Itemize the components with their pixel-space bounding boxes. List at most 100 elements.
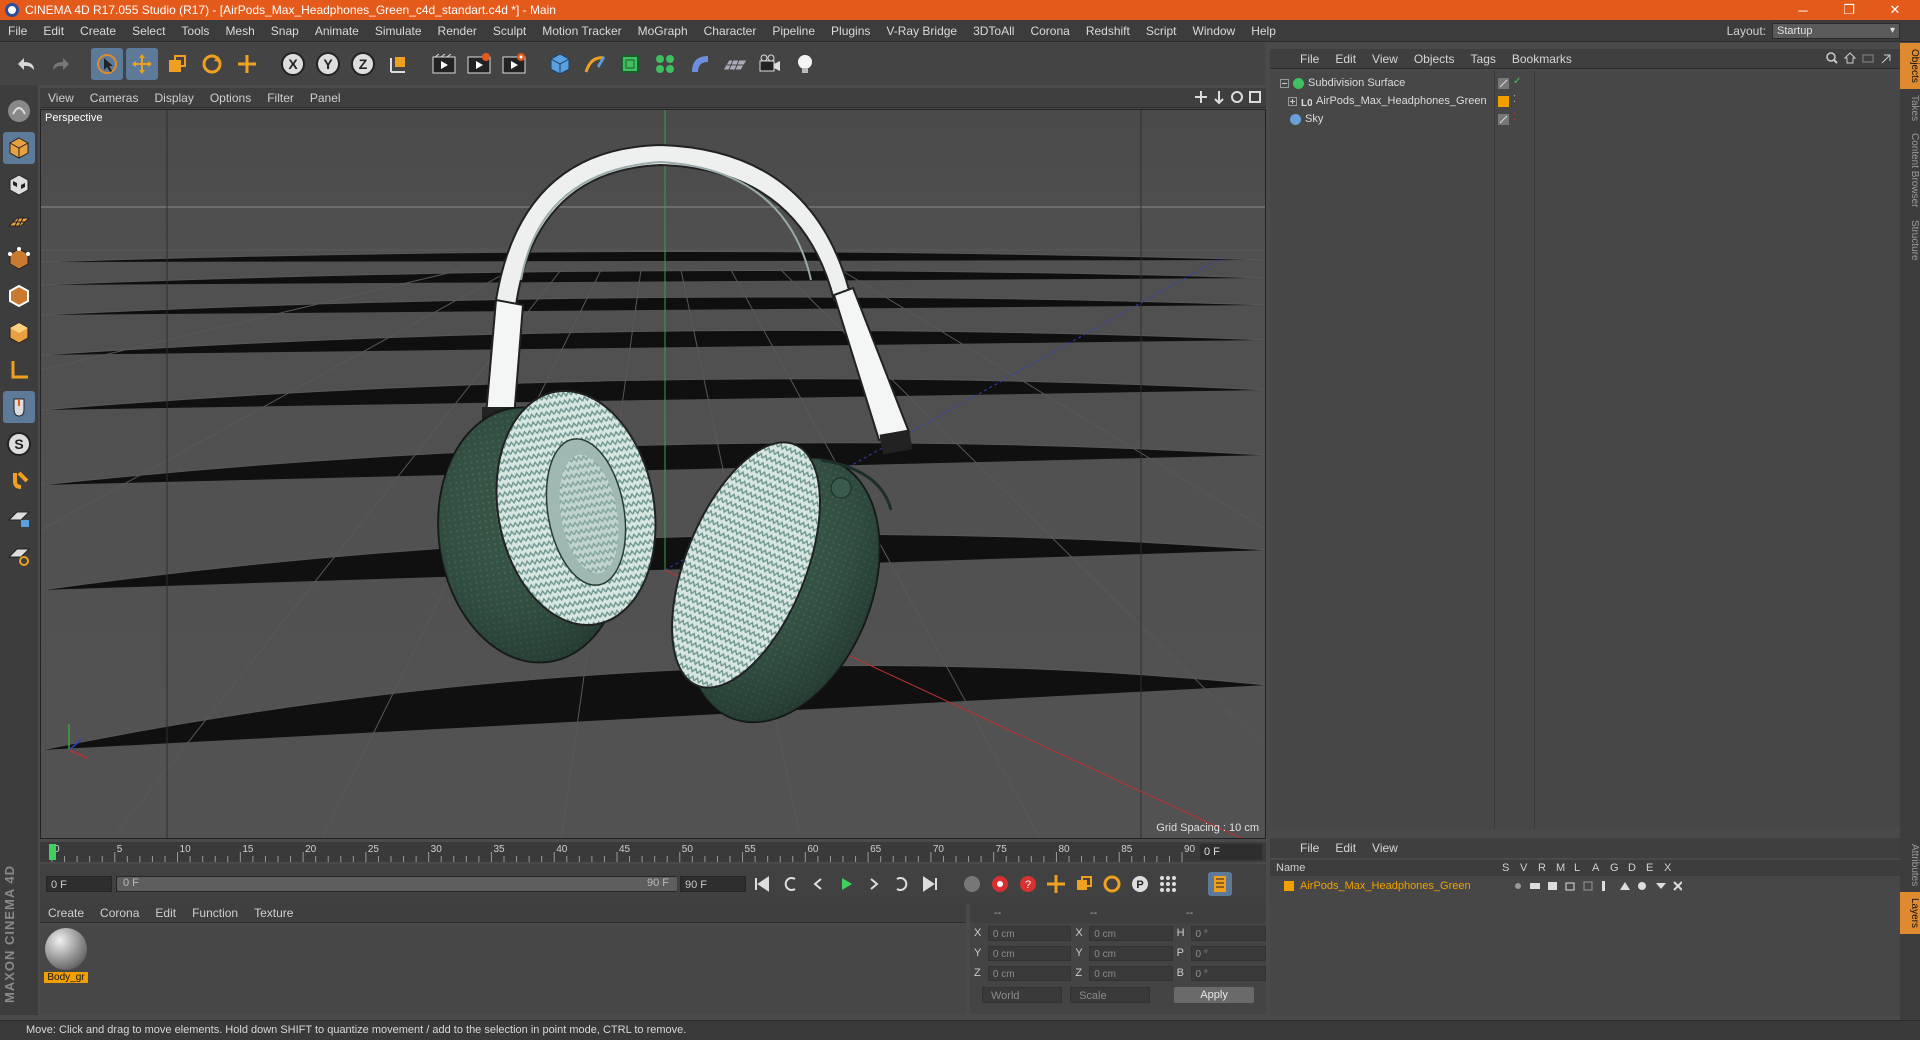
position-y-field[interactable]: 0 cm	[987, 945, 1072, 961]
menu-render[interactable]: Render	[430, 24, 485, 38]
magnet-icon[interactable]	[3, 465, 35, 497]
menu-tools[interactable]: Tools	[173, 24, 217, 38]
om-menu-file[interactable]: File	[1292, 52, 1327, 66]
timeline-end-field[interactable]: 90 F	[680, 876, 746, 892]
dolly-view-icon[interactable]	[1212, 90, 1226, 104]
menu-file[interactable]: File	[0, 24, 35, 38]
snap-icon[interactable]: S	[3, 428, 35, 460]
lm-menu-view[interactable]: View	[1364, 841, 1406, 855]
panel-menu-icon[interactable]	[1880, 52, 1892, 64]
om-menu-bookmarks[interactable]: Bookmarks	[1504, 52, 1580, 66]
orbit-view-icon[interactable]	[1230, 90, 1244, 104]
rotation-b-field[interactable]: 0 °	[1190, 965, 1266, 981]
previous-key-icon[interactable]	[778, 872, 802, 896]
menu-help[interactable]: Help	[1243, 24, 1284, 38]
menu-plugins[interactable]: Plugins	[823, 24, 878, 38]
object-row[interactable]: L0 AirPods_Max_Headphones_Green ⁚	[1270, 92, 1900, 110]
menu-animate[interactable]: Animate	[307, 24, 367, 38]
visibility-toggle[interactable]	[1498, 113, 1509, 125]
transform-tool-icon[interactable]	[231, 48, 263, 80]
rotate-tool-icon[interactable]	[196, 48, 228, 80]
subdivision-surface-icon[interactable]	[614, 48, 646, 80]
perspective-viewport[interactable]: Perspective Grid Spacing : 10 cm	[40, 109, 1266, 839]
next-key-icon[interactable]	[890, 872, 914, 896]
planar-workplane-icon[interactable]	[3, 539, 35, 571]
size-z-field[interactable]: 0 cm	[1089, 965, 1173, 981]
viewport-menu-display[interactable]: Display	[146, 91, 201, 105]
menu-script[interactable]: Script	[1138, 24, 1185, 38]
viewport-menu-filter[interactable]: Filter	[259, 91, 302, 105]
menu-motion-tracker[interactable]: Motion Tracker	[534, 24, 629, 38]
timeline-range-slider[interactable]: 0 F 90 F	[116, 876, 677, 892]
menu-3dtoall[interactable]: 3DToAll	[965, 24, 1022, 38]
model-mode-icon[interactable]	[3, 132, 35, 164]
menu-mesh[interactable]: Mesh	[217, 24, 262, 38]
menu-create[interactable]: Create	[72, 24, 124, 38]
key-rotation-icon[interactable]	[1100, 872, 1124, 896]
timeline-start-field[interactable]: 0 F	[46, 876, 112, 892]
live-selection-icon[interactable]	[91, 48, 123, 80]
key-parameter-icon[interactable]: P	[1128, 872, 1152, 896]
deformer-icon[interactable]	[684, 48, 716, 80]
current-frame-field[interactable]: 0 F	[1200, 844, 1262, 860]
viewport-menu-panel[interactable]: Panel	[302, 91, 349, 105]
om-menu-tags[interactable]: Tags	[1463, 52, 1504, 66]
tab-content-browser[interactable]: Content Browser	[1900, 127, 1920, 213]
floor-object-icon[interactable]	[719, 48, 751, 80]
menu-corona[interactable]: Corona	[1022, 24, 1077, 38]
menu-pipeline[interactable]: Pipeline	[764, 24, 823, 38]
collapse-icon[interactable]	[1280, 78, 1289, 88]
render-view-icon[interactable]	[428, 48, 460, 80]
tab-takes[interactable]: Takes	[1900, 89, 1920, 127]
coordinate-space-select[interactable]: World	[982, 987, 1063, 1003]
undo-icon[interactable]	[10, 48, 42, 80]
timeline-ruler[interactable]: 0 5 10 15 20 25 30 35 40 45 50 55 60 65 70 75 80 85 90 0 F	[40, 842, 1266, 862]
size-x-field[interactable]: 0 cm	[1089, 925, 1173, 941]
menu-mograph[interactable]: MoGraph	[630, 24, 696, 38]
viewport-menu-view[interactable]: View	[40, 91, 82, 105]
pen-spline-icon[interactable]	[579, 48, 611, 80]
layer-flags-icons[interactable]	[1512, 880, 1682, 892]
enabled-check-icon[interactable]: ✓	[1513, 76, 1521, 87]
visibility-dots-icon[interactable]: ⁚	[1513, 112, 1516, 123]
workplane-mode-icon[interactable]	[3, 206, 35, 238]
position-z-field[interactable]: 0 cm	[987, 965, 1072, 981]
play-icon[interactable]	[834, 872, 858, 896]
light-icon[interactable]	[789, 48, 821, 80]
scale-tool-icon[interactable]	[161, 48, 193, 80]
material-menu-create[interactable]: Create	[40, 906, 92, 920]
menu-edit[interactable]: Edit	[35, 24, 72, 38]
minimize-button[interactable]: ─	[1780, 0, 1826, 20]
position-x-field[interactable]: 0 cm	[987, 925, 1072, 941]
record-keys-disabled-icon[interactable]	[960, 872, 984, 896]
pan-view-icon[interactable]	[1194, 90, 1208, 104]
material-menu-edit[interactable]: Edit	[147, 906, 184, 920]
record-active-objects-icon[interactable]	[988, 872, 1012, 896]
next-frame-icon[interactable]	[862, 872, 886, 896]
coordinate-system-icon[interactable]	[382, 48, 414, 80]
timeline-window-icon[interactable]	[1208, 872, 1232, 896]
om-menu-edit[interactable]: Edit	[1327, 52, 1364, 66]
go-to-end-icon[interactable]	[918, 872, 942, 896]
rotation-p-field[interactable]: 0 °	[1190, 945, 1266, 961]
material-swatch[interactable]: Body_gr	[44, 928, 88, 983]
render-to-picture-viewer-icon[interactable]	[463, 48, 495, 80]
cloner-icon[interactable]	[649, 48, 681, 80]
menu-sculpt[interactable]: Sculpt	[485, 24, 534, 38]
axis-mode-icon[interactable]	[3, 354, 35, 386]
rotation-h-field[interactable]: 0 °	[1190, 925, 1266, 941]
material-menu-function[interactable]: Function	[184, 906, 246, 920]
z-axis-lock-icon[interactable]: Z	[347, 48, 379, 80]
polygons-mode-icon[interactable]	[3, 317, 35, 349]
lm-menu-file[interactable]: File	[1292, 841, 1327, 855]
layer-color-swatch[interactable]	[1498, 95, 1509, 107]
object-row[interactable]: Subdivision Surface ✓	[1270, 74, 1900, 92]
camera-icon[interactable]	[754, 48, 786, 80]
size-mode-select[interactable]: Scale	[1070, 987, 1151, 1003]
key-scale-icon[interactable]	[1072, 872, 1096, 896]
tab-layers[interactable]: Layers	[1900, 892, 1920, 935]
tab-objects[interactable]: Objects	[1900, 43, 1920, 89]
key-point-level-icon[interactable]	[1156, 872, 1180, 896]
cube-primitive-icon[interactable]	[544, 48, 576, 80]
restore-button[interactable]: ❐	[1826, 0, 1872, 20]
